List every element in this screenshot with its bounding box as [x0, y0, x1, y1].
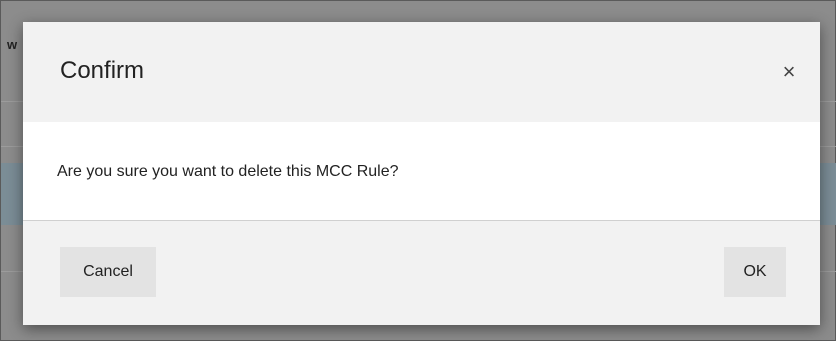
dialog-footer: Cancel OK: [23, 221, 820, 325]
ok-button[interactable]: OK: [724, 247, 786, 297]
confirm-dialog: Confirm × Are you sure you want to delet…: [23, 22, 820, 325]
dialog-title: Confirm: [60, 57, 145, 84]
dialog-message: Are you sure you want to delete this MCC…: [57, 163, 399, 180]
close-icon[interactable]: ×: [778, 60, 800, 84]
background-header-text: w: [7, 37, 18, 52]
cancel-button[interactable]: Cancel: [60, 247, 156, 297]
dialog-body: Are you sure you want to delete this MCC…: [23, 122, 820, 221]
dialog-header: Confirm ×: [23, 22, 820, 122]
